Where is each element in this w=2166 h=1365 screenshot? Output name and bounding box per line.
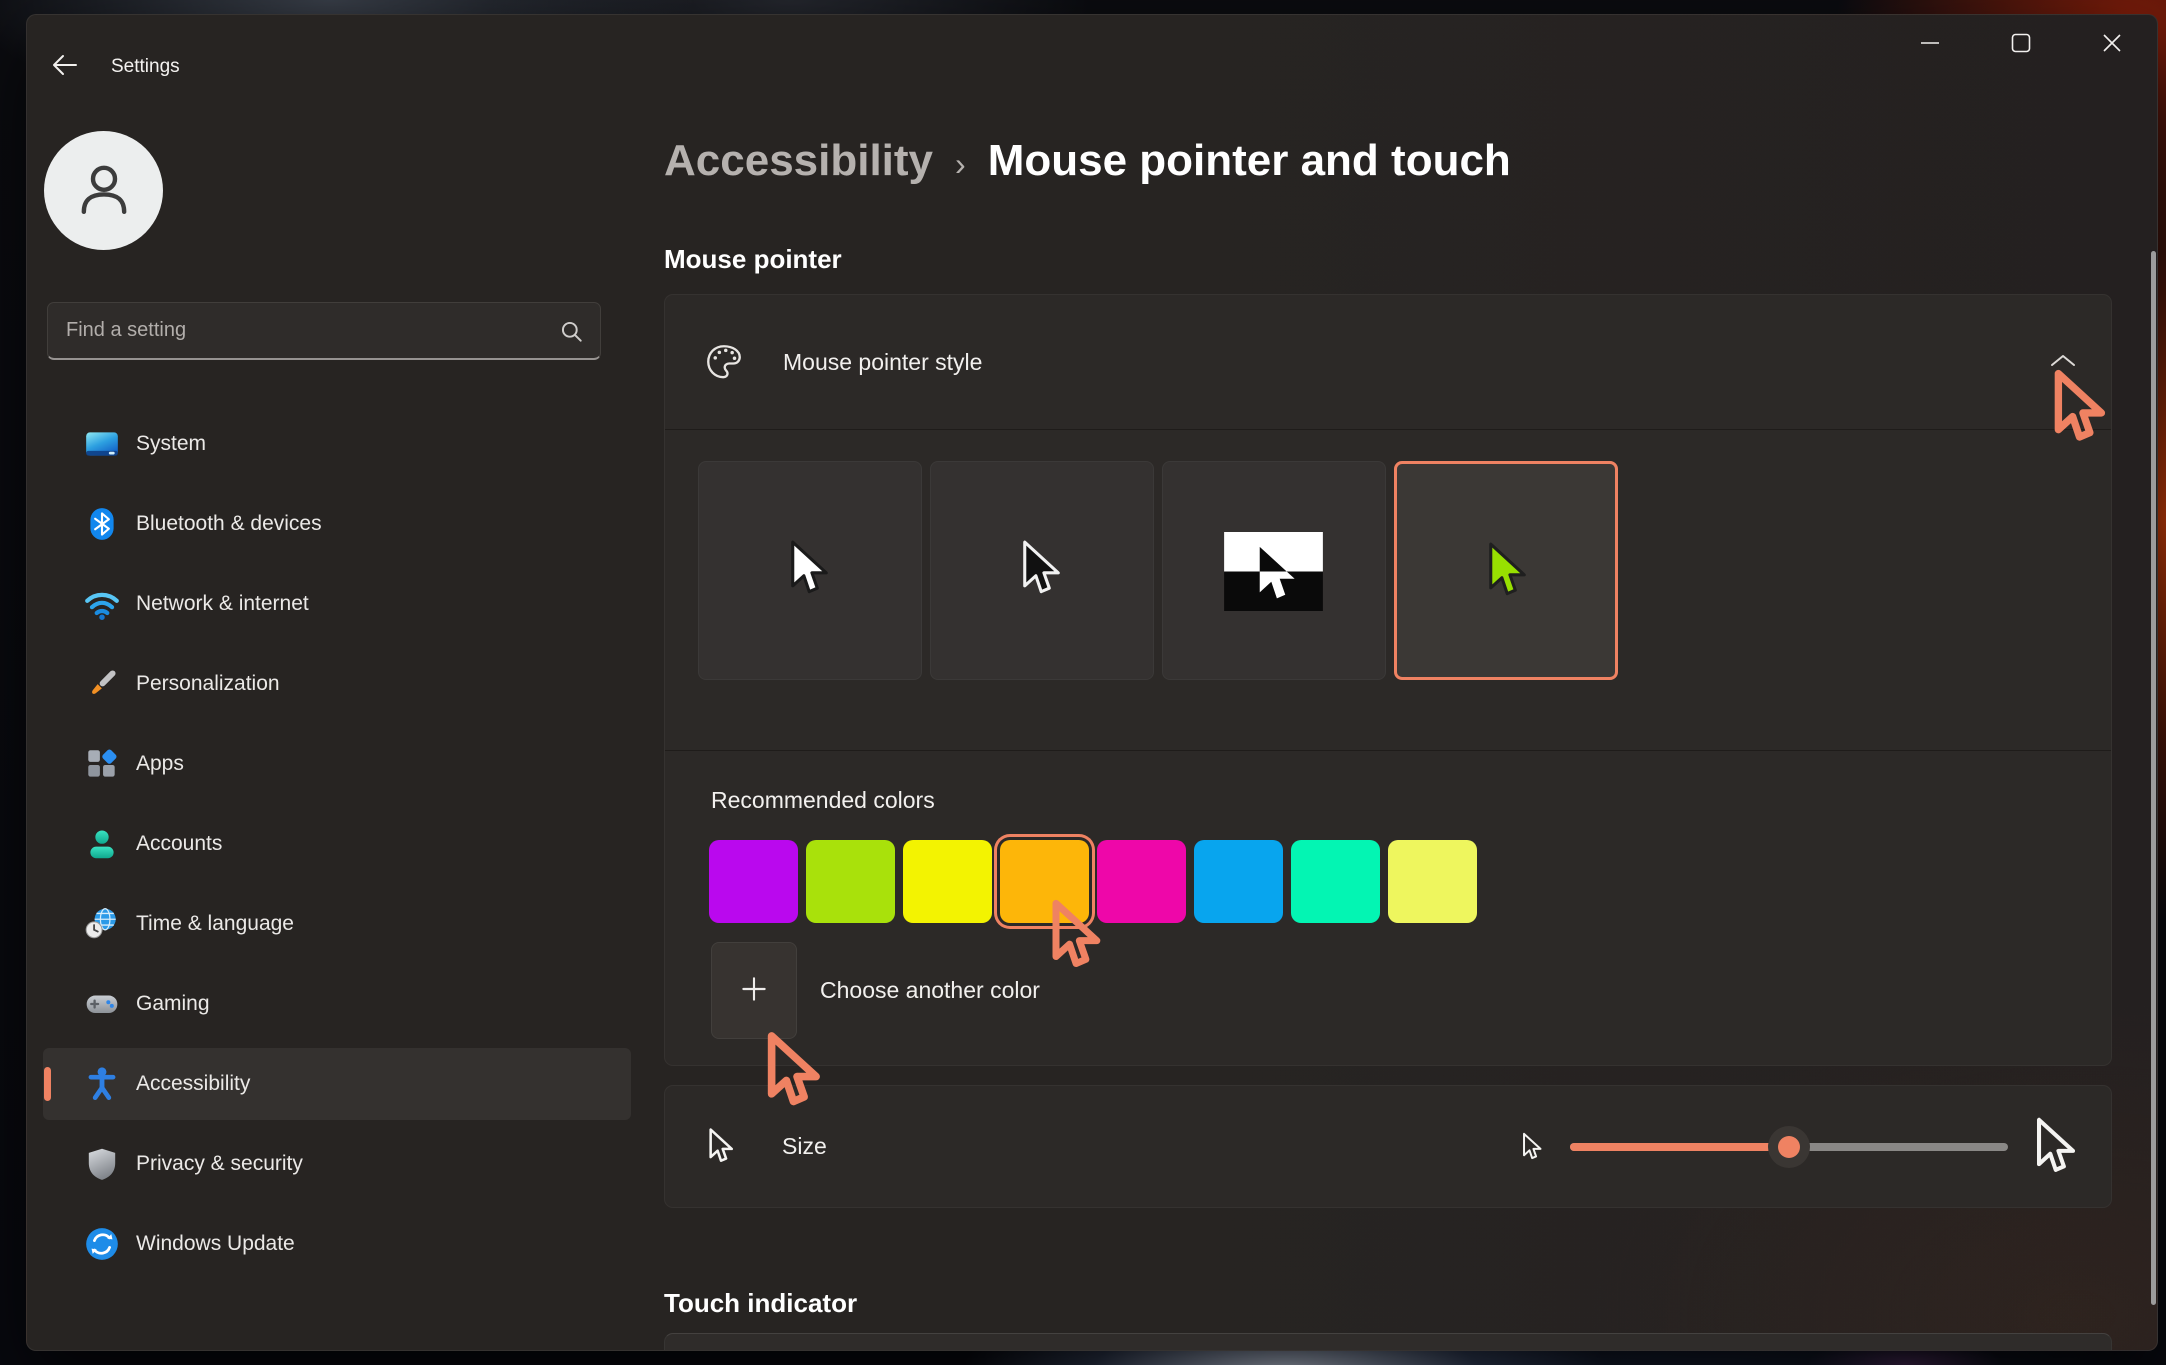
sidebar-item-label: Network & internet xyxy=(136,592,309,616)
time-language-icon xyxy=(83,905,121,943)
choose-another-color-button[interactable] xyxy=(711,942,797,1039)
large-cursor-icon xyxy=(2033,1114,2080,1180)
touch-indicator-section-title: Touch indicator xyxy=(664,1288,857,1319)
network-icon xyxy=(83,585,121,623)
windows-update-icon xyxy=(83,1225,121,1263)
swatch-azure[interactable] xyxy=(1194,840,1283,923)
white-cursor-icon xyxy=(787,536,833,602)
sidebar-item-label: Time & language xyxy=(136,912,294,936)
swatch-purple[interactable] xyxy=(709,840,798,923)
divider xyxy=(665,750,2111,751)
sidebar-item-label: Accounts xyxy=(136,832,222,856)
sidebar-item-accounts[interactable]: Accounts xyxy=(43,808,631,880)
sidebar-item-label: Apps xyxy=(136,752,184,776)
sidebar-item-system[interactable]: System xyxy=(43,408,631,480)
back-button[interactable] xyxy=(43,46,87,86)
black-cursor-icon xyxy=(1019,536,1065,602)
card-title: Mouse pointer style xyxy=(783,295,982,429)
page-title: Mouse pointer and touch xyxy=(988,136,1511,186)
bluetooth-icon xyxy=(83,505,121,543)
sidebar-item-accessibility[interactable]: Accessibility xyxy=(43,1048,631,1120)
collapse-expander-button[interactable] xyxy=(2041,343,2085,381)
inverted-cursor-icon xyxy=(1224,532,1323,611)
sidebar-nav: System Bluetooth & devices Network & int… xyxy=(43,408,631,1288)
privacy-icon xyxy=(83,1145,121,1183)
pointer-size-card: Size xyxy=(664,1085,2112,1208)
cursor-icon xyxy=(707,1126,736,1167)
person-icon xyxy=(71,155,137,226)
breadcrumb-separator: › xyxy=(955,146,966,183)
accounts-icon xyxy=(83,825,121,863)
small-cursor-icon xyxy=(1521,1131,1544,1163)
breadcrumb: Accessibility › Mouse pointer and touch xyxy=(664,136,1511,186)
touch-indicator-card xyxy=(664,1333,2112,1351)
sidebar-item-apps[interactable]: Apps xyxy=(43,728,631,800)
pointer-style-option-inverted[interactable] xyxy=(1162,461,1386,680)
sidebar-item-bluetooth-devices[interactable]: Bluetooth & devices xyxy=(43,488,631,560)
system-icon xyxy=(83,425,121,463)
plus-icon xyxy=(741,976,767,1005)
recommended-colors-label: Recommended colors xyxy=(711,787,935,814)
sidebar-item-personalization[interactable]: Personalization xyxy=(43,648,631,720)
color-swatches xyxy=(709,840,1477,923)
sidebar-item-label: Accessibility xyxy=(136,1072,250,1096)
sidebar-item-privacy-security[interactable]: Privacy & security xyxy=(43,1128,631,1200)
swatch-chartreuse[interactable] xyxy=(806,840,895,923)
arrow-left-icon xyxy=(52,54,78,79)
search-input[interactable] xyxy=(66,303,546,358)
search-box xyxy=(47,302,601,360)
sidebar-item-time-language[interactable]: Time & language xyxy=(43,888,631,960)
accessibility-icon xyxy=(83,1065,121,1103)
sidebar-item-label: System xyxy=(136,432,206,456)
swatch-spring-green[interactable] xyxy=(1291,840,1380,923)
window-controls xyxy=(1884,15,2157,73)
sidebar-item-label: Privacy & security xyxy=(136,1152,303,1176)
custom-cursor-icon xyxy=(1485,538,1531,604)
apps-icon xyxy=(83,745,121,783)
sidebar-item-label: Personalization xyxy=(136,672,280,696)
vertical-scrollbar[interactable] xyxy=(2151,251,2156,1305)
sidebar-item-label: Windows Update xyxy=(136,1232,295,1256)
user-avatar xyxy=(44,131,163,250)
sidebar-item-network-internet[interactable]: Network & internet xyxy=(43,568,631,640)
swatch-magenta[interactable] xyxy=(1097,840,1186,923)
gaming-icon xyxy=(83,985,121,1023)
minimize-button[interactable] xyxy=(1884,15,1975,73)
sidebar-item-label: Bluetooth & devices xyxy=(136,512,322,536)
maximize-button[interactable] xyxy=(1975,15,2066,73)
swatch-light-yellow[interactable] xyxy=(1388,840,1477,923)
personalization-icon xyxy=(83,665,121,703)
swatch-yellow[interactable] xyxy=(903,840,992,923)
mouse-pointer-style-card: Mouse pointer style xyxy=(664,294,2112,1066)
mouse-pointer-section-title: Mouse pointer xyxy=(664,244,842,275)
sidebar-item-windows-update[interactable]: Windows Update xyxy=(43,1208,631,1280)
breadcrumb-parent[interactable]: Accessibility xyxy=(664,136,933,186)
pointer-style-option-custom[interactable] xyxy=(1394,461,1618,680)
minimize-icon xyxy=(1919,32,1941,57)
maximize-icon xyxy=(2010,32,2032,57)
size-slider-fill xyxy=(1570,1143,1789,1151)
settings-window: Settings System xyxy=(26,14,2158,1351)
pointer-style-option-black[interactable] xyxy=(930,461,1154,680)
search-icon xyxy=(560,320,584,349)
pointer-style-option-white[interactable] xyxy=(698,461,922,680)
choose-another-color-label: Choose another color xyxy=(820,942,1040,1039)
sidebar-item-label: Gaming xyxy=(136,992,210,1016)
expander-header[interactable]: Mouse pointer style xyxy=(665,295,2111,429)
window-title: Settings xyxy=(111,56,180,78)
size-slider-thumb[interactable] xyxy=(1768,1126,1810,1168)
palette-icon xyxy=(703,341,745,388)
sidebar-item-gaming[interactable]: Gaming xyxy=(43,968,631,1040)
close-button[interactable] xyxy=(2066,15,2157,73)
chevron-up-icon xyxy=(2050,354,2076,370)
swatch-orange[interactable] xyxy=(1000,840,1089,923)
size-label: Size xyxy=(782,1086,827,1207)
divider xyxy=(665,429,2111,430)
pointer-style-options xyxy=(698,461,1618,680)
close-icon xyxy=(2101,32,2123,57)
